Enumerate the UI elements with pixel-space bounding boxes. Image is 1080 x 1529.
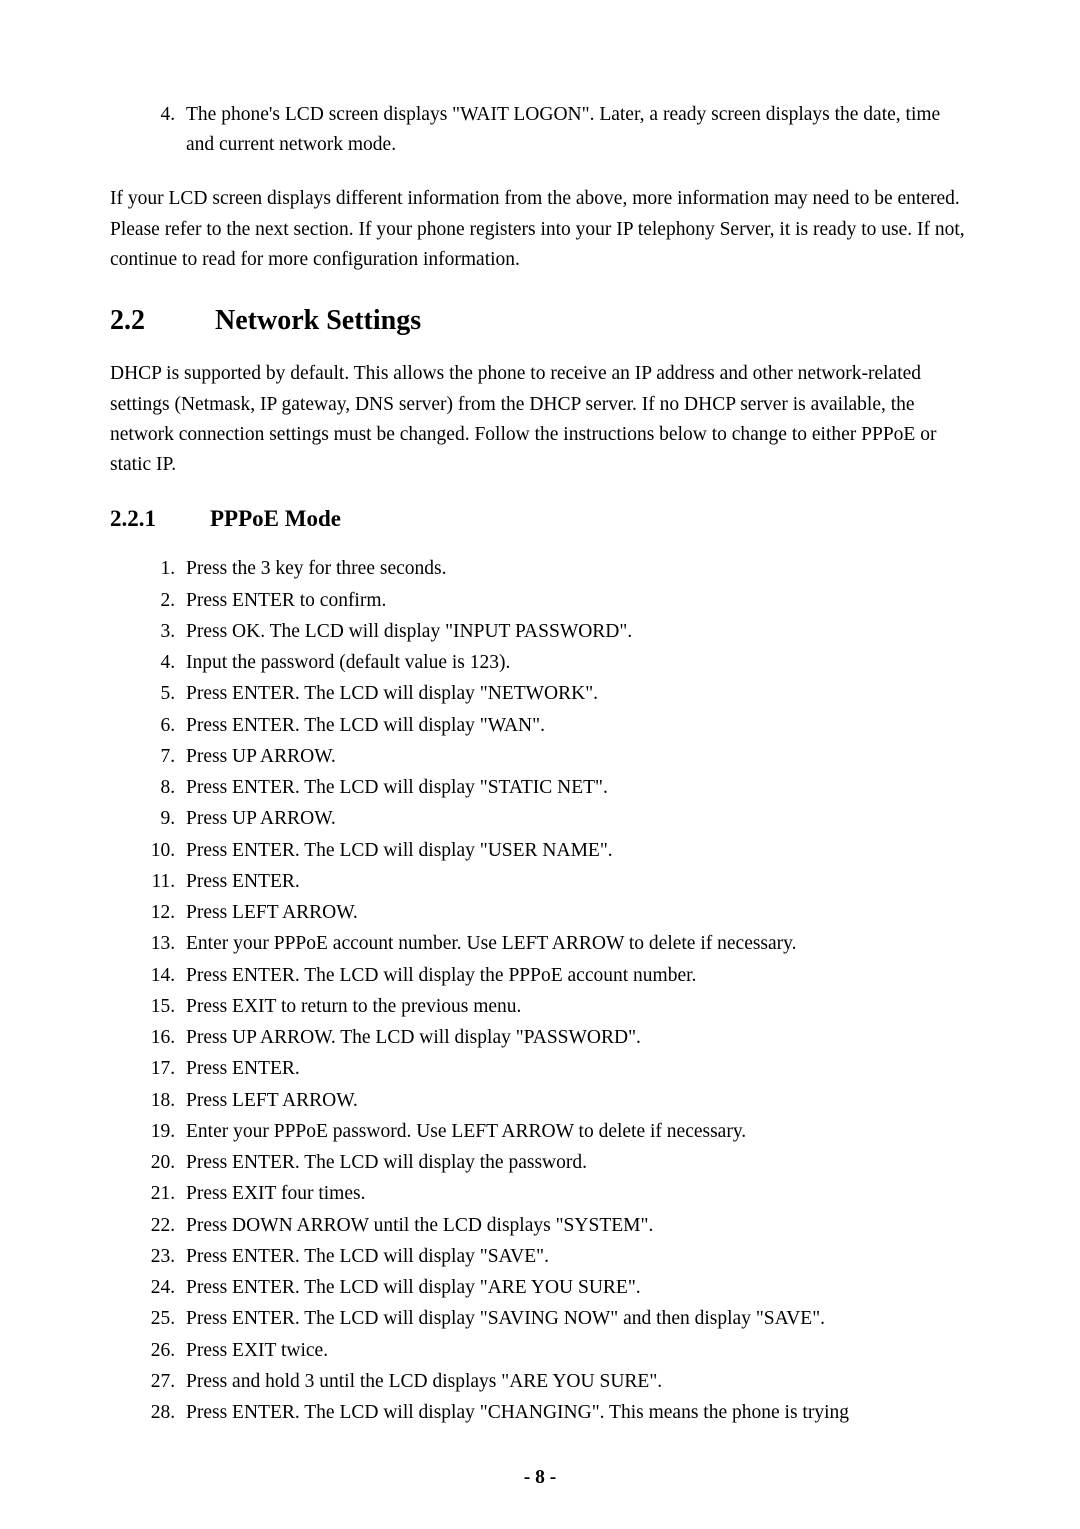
step-text: Input the password (default value is 123… [186, 652, 510, 673]
intro-step-4-text: The phone's LCD screen displays "WAIT LO… [186, 104, 940, 155]
step-text: Press OK. The LCD will display "INPUT PA… [186, 621, 632, 642]
paragraph-lcd-info: If your LCD screen displays different in… [110, 184, 970, 275]
step-text: Press ENTER. The LCD will display the PP… [186, 965, 696, 986]
list-item: Press ENTER. The LCD will display "ARE Y… [180, 1273, 970, 1302]
intro-step-4: The phone's LCD screen displays "WAIT LO… [180, 100, 970, 160]
list-item: Press ENTER. The LCD will display "SAVIN… [180, 1304, 970, 1333]
list-item: Press ENTER. The LCD will display "CHANG… [180, 1398, 970, 1427]
list-item: Press EXIT twice. [180, 1336, 970, 1365]
list-item: Press and hold 3 until the LCD displays … [180, 1367, 970, 1396]
list-item: Press LEFT ARROW. [180, 898, 970, 927]
list-item: Press EXIT four times. [180, 1179, 970, 1208]
step-text: Press DOWN ARROW until the LCD displays … [186, 1215, 653, 1236]
list-item: Input the password (default value is 123… [180, 648, 970, 677]
step-text: Press ENTER. The LCD will display "WAN". [186, 715, 545, 736]
list-item: Press UP ARROW. [180, 804, 970, 833]
page-number: - 8 - [110, 1467, 970, 1489]
heading-2-2: 2.2Network Settings [110, 303, 970, 339]
step-text: Press and hold 3 until the LCD displays … [186, 1371, 662, 1392]
step-text: Enter your PPPoE account number. Use LEF… [186, 933, 797, 954]
list-item: Press ENTER. The LCD will display the PP… [180, 961, 970, 990]
step-text: Press the 3 key for three seconds. [186, 558, 446, 579]
heading-2-2-1-title: PPPoE Mode [210, 506, 341, 531]
step-text: Press UP ARROW. [186, 808, 336, 829]
list-item: Press ENTER to confirm. [180, 586, 970, 615]
step-text: Press ENTER. [186, 1058, 300, 1079]
step-text: Press ENTER. The LCD will display "CHANG… [186, 1402, 849, 1423]
heading-2-2-title: Network Settings [215, 305, 421, 336]
heading-2-2-1-number: 2.2.1 [110, 504, 210, 534]
list-item: Press ENTER. The LCD will display "SAVE"… [180, 1242, 970, 1271]
step-text: Press ENTER. The LCD will display "ARE Y… [186, 1277, 641, 1298]
step-text: Press ENTER. The LCD will display "NETWO… [186, 683, 598, 704]
step-text: Press ENTER to confirm. [186, 590, 386, 611]
heading-2-2-1: 2.2.1PPPoE Mode [110, 504, 970, 534]
heading-2-2-number: 2.2 [110, 303, 215, 339]
document-page: The phone's LCD screen displays "WAIT LO… [0, 0, 1080, 1529]
step-text: Press EXIT twice. [186, 1340, 328, 1361]
list-item: Press ENTER. The LCD will display "USER … [180, 836, 970, 865]
step-text: Press EXIT four times. [186, 1183, 365, 1204]
step-text: Press UP ARROW. [186, 746, 336, 767]
list-item: Press ENTER. The LCD will display the pa… [180, 1148, 970, 1177]
step-text: Enter your PPPoE password. Use LEFT ARRO… [186, 1121, 746, 1142]
step-text: Press ENTER. The LCD will display "SAVE"… [186, 1246, 549, 1267]
list-item: Press EXIT to return to the previous men… [180, 992, 970, 1021]
step-text: Press ENTER. The LCD will display the pa… [186, 1152, 587, 1173]
pppoe-steps-list: Press the 3 key for three seconds. Press… [110, 554, 970, 1427]
list-item: Enter your PPPoE account number. Use LEF… [180, 929, 970, 958]
step-text: Press LEFT ARROW. [186, 902, 358, 923]
list-item: Press OK. The LCD will display "INPUT PA… [180, 617, 970, 646]
step-text: Press UP ARROW. The LCD will display "PA… [186, 1027, 641, 1048]
paragraph-dhcp: DHCP is supported by default. This allow… [110, 359, 970, 480]
list-item: Press ENTER. The LCD will display "STATI… [180, 773, 970, 802]
list-item: Press UP ARROW. The LCD will display "PA… [180, 1023, 970, 1052]
step-text: Press ENTER. The LCD will display "SAVIN… [186, 1308, 825, 1329]
step-text: Press ENTER. The LCD will display "USER … [186, 840, 613, 861]
list-item: Press UP ARROW. [180, 742, 970, 771]
step-text: Press ENTER. [186, 871, 300, 892]
list-item: Press ENTER. The LCD will display "WAN". [180, 711, 970, 740]
list-item: Press the 3 key for three seconds. [180, 554, 970, 583]
list-item: Press ENTER. [180, 1054, 970, 1083]
step-text: Press LEFT ARROW. [186, 1090, 358, 1111]
step-text: Press EXIT to return to the previous men… [186, 996, 521, 1017]
list-item: Press ENTER. The LCD will display "NETWO… [180, 679, 970, 708]
list-item: Enter your PPPoE password. Use LEFT ARRO… [180, 1117, 970, 1146]
list-item: Press ENTER. [180, 867, 970, 896]
list-item: Press DOWN ARROW until the LCD displays … [180, 1211, 970, 1240]
list-item: Press LEFT ARROW. [180, 1086, 970, 1115]
step-text: Press ENTER. The LCD will display "STATI… [186, 777, 608, 798]
intro-step-list: The phone's LCD screen displays "WAIT LO… [110, 100, 970, 160]
